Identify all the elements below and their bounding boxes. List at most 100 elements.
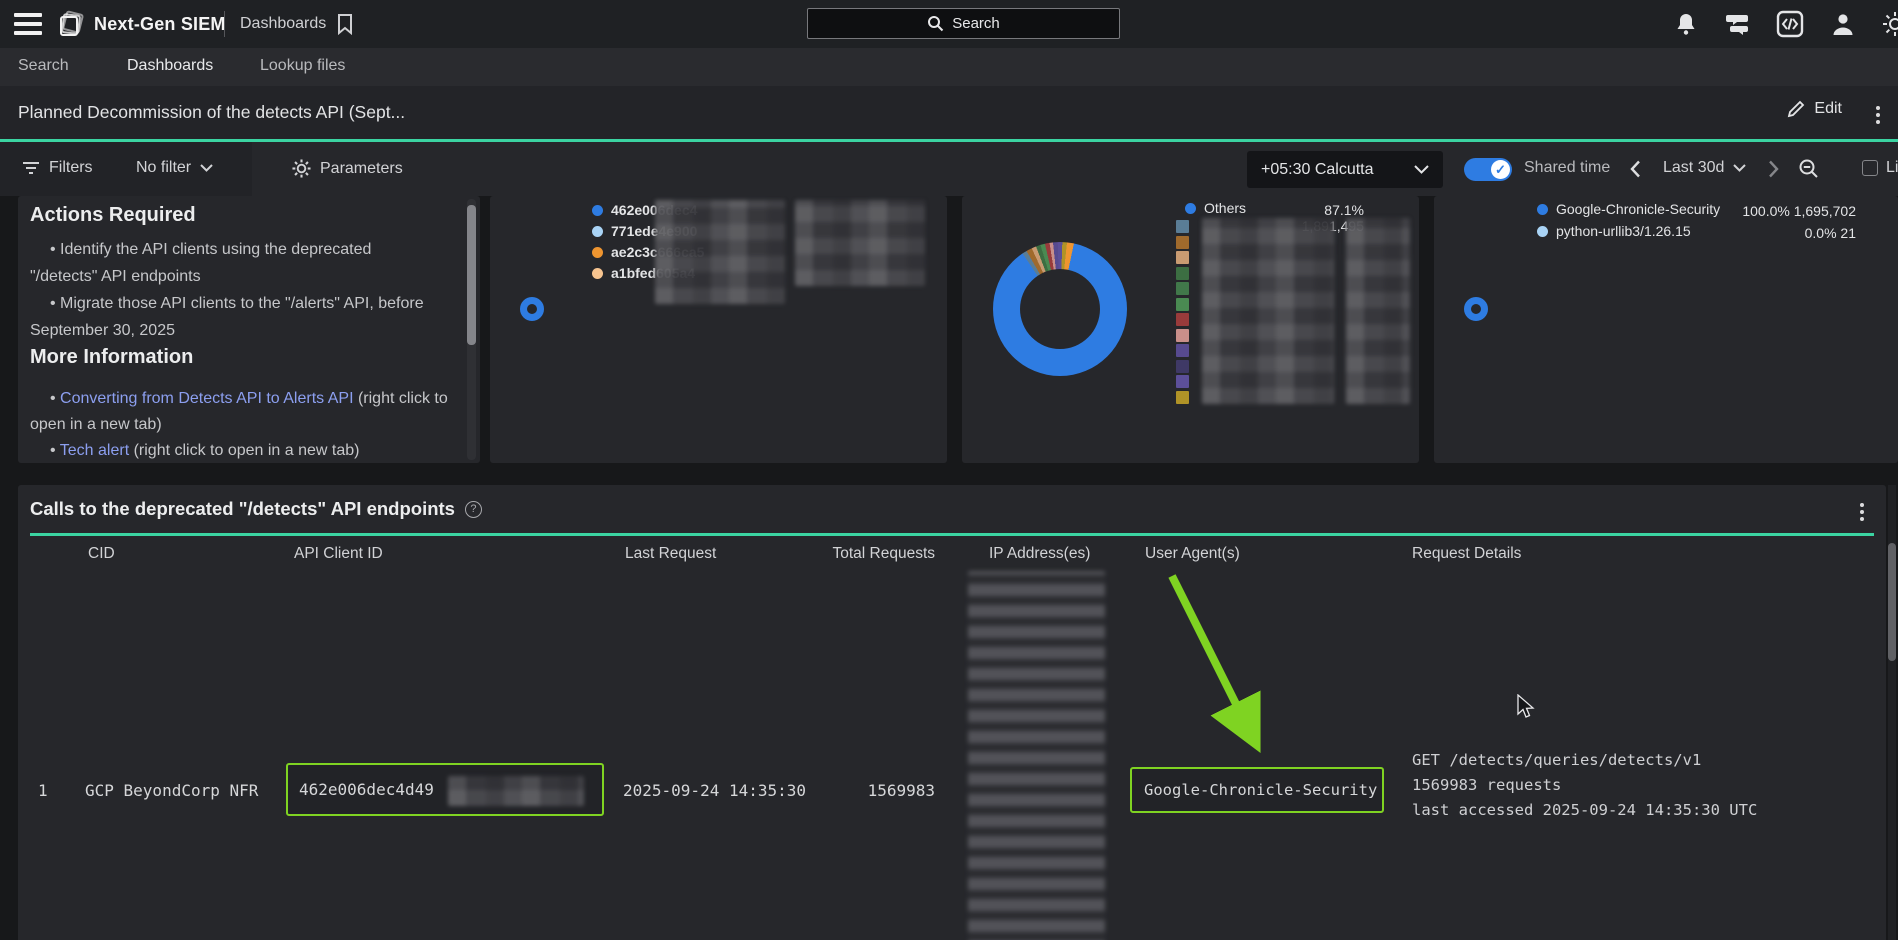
legend-dot <box>592 247 603 258</box>
scrollbar-thumb[interactable] <box>467 205 476 345</box>
parameters-label: Parameters <box>320 160 403 178</box>
siem-dashboard-app: Next-Gen SIEM Dashboards Search <box>0 0 1898 940</box>
cell-api-client-id: 462e006dec4d49 <box>299 780 434 799</box>
page-scrollbar[interactable] <box>1888 485 1896 940</box>
pencil-icon <box>1787 100 1805 118</box>
legend-dot <box>1537 204 1548 215</box>
time-back-chevron-icon[interactable] <box>1630 160 1641 178</box>
legend-swatch <box>1176 267 1189 280</box>
col-header-last-request[interactable]: Last Request <box>625 545 716 563</box>
col-header-api-client-id[interactable]: API Client ID <box>294 545 383 563</box>
time-range-dropdown[interactable]: Last 30d <box>1663 159 1746 177</box>
col-header-user-agents[interactable]: User Agent(s) <box>1145 545 1240 563</box>
info-link-item: Tech alert (right click to open in a new… <box>30 438 454 463</box>
more-information-list: Converting from Detects API to Alerts AP… <box>30 386 454 463</box>
donut-hole <box>1020 269 1100 349</box>
legend-swatch <box>1176 298 1189 311</box>
tech-alert-link[interactable]: Tech alert <box>60 442 129 459</box>
menu-icon[interactable] <box>14 13 44 35</box>
panel-scrollbar[interactable] <box>467 199 476 460</box>
col-header-total-requests[interactable]: Total Requests <box>800 545 935 563</box>
bookmark-icon[interactable] <box>336 13 354 35</box>
parameters-button[interactable]: Parameters <box>292 159 403 178</box>
toggle-check-icon: ✓ <box>1491 160 1510 179</box>
theme-sun-icon[interactable] <box>1882 11 1898 37</box>
legend-item-others[interactable]: Others <box>1185 200 1246 216</box>
row-index: 1 <box>38 781 48 800</box>
table-title: Calls to the deprecated "/detects" API e… <box>30 498 482 520</box>
dashboard-more-menu[interactable] <box>1876 106 1880 124</box>
legend-label: python-urllib3/1.26.15 <box>1556 223 1691 239</box>
redacted-region <box>1346 218 1410 404</box>
help-icon[interactable]: ? <box>465 501 482 518</box>
gear-icon <box>292 159 311 178</box>
live-checkbox[interactable] <box>1862 160 1878 176</box>
tab-lookup-files[interactable]: Lookup files <box>260 57 345 75</box>
cell-cid: GCP BeyondCorp NFR <box>85 781 258 800</box>
tab-search[interactable]: Search <box>18 57 69 75</box>
legend-dot <box>592 226 603 237</box>
legend-dot <box>592 268 603 279</box>
endpoints-donut-chart[interactable] <box>993 242 1127 376</box>
col-header-request-details[interactable]: Request Details <box>1412 545 1521 563</box>
legend-dot <box>592 205 603 216</box>
redacted-region <box>655 200 785 304</box>
timezone-select[interactable]: +05:30 Calcutta <box>1247 151 1443 188</box>
time-range-value: Last 30d <box>1663 159 1724 177</box>
table-more-menu[interactable] <box>1860 503 1864 521</box>
live-label: Live <box>1886 159 1898 177</box>
dashboard-title-bar: Planned Decommission of the detects API … <box>0 86 1898 139</box>
redacted-ip-column <box>968 571 1105 940</box>
highlighted-api-client-id-box[interactable]: 462e006dec4d49 <box>286 763 604 816</box>
actions-required-list: Identify the API clients using the depre… <box>30 236 442 344</box>
more-information-heading: More Information <box>30 346 193 369</box>
legend-item[interactable]: Google-Chronicle-Security <box>1537 201 1720 217</box>
api-code-icon[interactable] <box>1776 10 1804 38</box>
time-forward-chevron-icon[interactable] <box>1768 160 1779 178</box>
legend-swatch <box>1176 391 1189 404</box>
request-detail-line: 1569983 requests <box>1412 773 1757 798</box>
shared-time-label: Shared time <box>1524 159 1610 177</box>
global-search-input[interactable]: Search <box>807 8 1120 39</box>
redacted-region <box>448 776 584 806</box>
legend-item[interactable]: python-urllib3/1.26.15 <box>1537 223 1691 239</box>
legend-swatch <box>1176 236 1189 249</box>
filter-icon <box>22 161 40 175</box>
legend-swatch <box>1176 313 1189 326</box>
legend-value: 0.0% 21 <box>1734 225 1856 241</box>
filters-button[interactable]: Filters <box>22 159 93 177</box>
support-chat-icon[interactable] <box>1724 12 1750 36</box>
legend-swatch <box>1176 344 1189 357</box>
info-link-item: Converting from Detects API to Alerts AP… <box>30 386 454 438</box>
col-header-ip-addresses[interactable]: IP Address(es) <box>989 545 1090 563</box>
legend-dot <box>1537 226 1548 237</box>
top-navbar: Next-Gen SIEM Dashboards Search <box>0 0 1898 48</box>
user-profile-icon[interactable] <box>1830 11 1856 37</box>
shared-time-toggle[interactable]: ✓ <box>1464 158 1512 181</box>
panel-api-clients: 462e006dec4 771ede4e900 ae2c3c666ca5 a1b… <box>490 196 947 463</box>
col-header-cid[interactable]: CID <box>88 545 115 563</box>
highlighted-user-agent-box[interactable]: Google-Chronicle-Security <box>1130 767 1384 813</box>
agents-mini-donut-chart[interactable] <box>1464 297 1488 321</box>
actions-required-heading: Actions Required <box>30 204 196 227</box>
converting-detects-link[interactable]: Converting from Detects API to Alerts AP… <box>60 390 353 407</box>
edit-button[interactable]: Edit <box>1787 100 1842 118</box>
tab-dashboards[interactable]: Dashboards <box>127 57 213 75</box>
panel-actions-required: Actions Required Identify the API client… <box>18 196 480 463</box>
legend-label: Google-Chronicle-Security <box>1556 201 1720 217</box>
table-accent-line <box>30 533 1874 536</box>
redacted-region <box>1202 218 1334 404</box>
zoom-out-icon[interactable] <box>1798 158 1820 180</box>
filter-dropdown[interactable]: No filter <box>136 159 213 177</box>
clients-mini-donut-chart[interactable] <box>520 297 544 321</box>
edit-button-label: Edit <box>1814 100 1842 118</box>
request-detail-line: GET /detects/queries/detects/v1 <box>1412 748 1757 773</box>
brand-title: Next-Gen SIEM <box>94 14 226 35</box>
scrollbar-thumb[interactable] <box>1888 543 1896 661</box>
notifications-bell-icon[interactable] <box>1674 11 1698 37</box>
search-placeholder: Search <box>952 15 1000 32</box>
action-item: Migrate those API clients to the "/alert… <box>30 290 442 344</box>
legend-swatch <box>1176 220 1189 233</box>
nav-section-dashboards[interactable]: Dashboards <box>240 15 326 33</box>
filter-bar: Filters No filter Parameters +05:30 Calc… <box>0 142 1898 196</box>
